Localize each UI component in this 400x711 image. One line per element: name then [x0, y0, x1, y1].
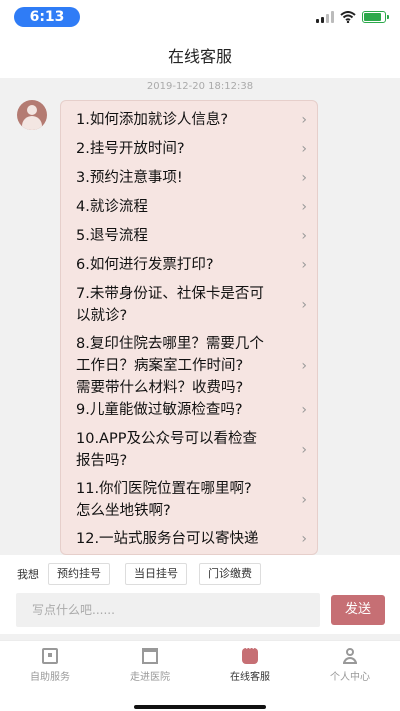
faq-item-text: 6.如何进行发票打印?	[76, 257, 214, 273]
faq-item-text: 4.就诊流程	[76, 199, 148, 215]
faq-item-text: 7.未带身份证、社保卡是否可	[76, 286, 264, 302]
agent-avatar	[17, 100, 47, 130]
tab-label: 个人中心	[330, 672, 370, 683]
quick-reply-chip[interactable]: 当日挂号	[125, 563, 187, 585]
status-bar: 6:13	[0, 0, 400, 32]
chevron-right-icon: ›	[301, 297, 307, 313]
faq-item-text: 9.儿童能做过敏源检查吗?	[76, 402, 243, 418]
faq-item-text: 5.退号流程	[76, 228, 148, 244]
faq-item[interactable]: 1.如何添加就诊人信息? ›	[61, 109, 317, 131]
faq-item[interactable]: 12.一站式服务台可以寄快递 ›	[61, 528, 317, 550]
chevron-right-icon: ›	[301, 492, 307, 508]
chevron-right-icon: ›	[301, 112, 307, 128]
faq-item[interactable]: 6.如何进行发票打印? ›	[61, 254, 317, 276]
page-title: 在线客服	[0, 32, 400, 78]
faq-item-text: 需要带什么材料？收费吗?	[76, 380, 244, 396]
faq-item-text: 工作日？病案室工作时间?	[76, 358, 244, 374]
status-icons	[316, 10, 389, 24]
bottom-tab-bar: 自助服务 走进医院 在线客服 个人中心	[0, 640, 400, 711]
tab-label: 在线客服	[230, 672, 270, 683]
faq-item[interactable]: 11.你们医院位置在哪里啊? 怎么坐地铁啊? ›	[61, 478, 317, 522]
wifi-icon	[340, 11, 356, 23]
faq-item-text: 3.预约注意事项!	[76, 170, 183, 186]
tab-label: 走进医院	[130, 672, 170, 683]
faq-item[interactable]: 10.APP及公众号可以看检查 报告吗? ›	[61, 428, 317, 472]
faq-item-text: 10.APP及公众号可以看检查	[76, 431, 257, 447]
faq-item-text: 8.复印住院去哪里？需要几个	[76, 336, 264, 352]
faq-item-text: 以就诊?	[76, 308, 128, 324]
faq-item[interactable]: 5.退号流程 ›	[61, 225, 317, 247]
faq-item[interactable]: 8.复印住院去哪里？需要几个 工作日？病案室工作时间? 需要带什么材料？收费吗? ›	[61, 333, 317, 399]
chevron-right-icon: ›	[301, 228, 307, 244]
quick-reply-bar: 我想 预约挂号 当日挂号 门诊缴费	[0, 555, 400, 592]
signal-icon	[316, 11, 334, 23]
chevron-right-icon: ›	[301, 531, 307, 547]
faq-item-text: 1.如何添加就诊人信息?	[76, 112, 229, 128]
tab-online-service[interactable]: 在线客服	[200, 641, 300, 697]
faq-bubble: 1.如何添加就诊人信息? › 2.挂号开放时间? › 3.预约注意事项! › 4.就诊流程 ›…	[60, 100, 318, 555]
chevron-right-icon: ›	[301, 358, 307, 374]
battery-icon	[362, 11, 389, 23]
chevron-right-icon: ›	[301, 199, 307, 215]
faq-item-text: 报告吗?	[76, 453, 128, 469]
faq-item[interactable]: 3.预约注意事项! ›	[61, 167, 317, 189]
chat-bubble-icon	[242, 644, 258, 664]
tab-personal-center[interactable]: 个人中心	[300, 641, 400, 697]
faq-item[interactable]: 2.挂号开放时间? ›	[61, 138, 317, 160]
faq-item[interactable]: 4.就诊流程 ›	[61, 196, 317, 218]
home-indicator	[134, 705, 266, 709]
faq-item[interactable]: 7.未带身份证、社保卡是否可 以就诊? ›	[61, 283, 317, 327]
faq-item-text: 11.你们医院位置在哪里啊?	[76, 481, 252, 497]
message-input[interactable]	[16, 593, 320, 627]
message-input-row: 发送	[0, 592, 400, 634]
chat-timestamp: 2019-12-20 18:12:38	[146, 81, 254, 92]
monitor-icon	[42, 648, 58, 664]
quick-reply-chip[interactable]: 门诊缴费	[199, 563, 261, 585]
hospital-building-icon	[142, 648, 158, 664]
chevron-right-icon: ›	[301, 257, 307, 273]
faq-item-text: 2.挂号开放时间?	[76, 141, 185, 157]
user-icon	[342, 648, 358, 664]
quick-reply-chip[interactable]: 预约挂号	[48, 563, 110, 585]
chevron-right-icon: ›	[301, 170, 307, 186]
tab-label: 自助服务	[30, 672, 70, 683]
chevron-right-icon: ›	[301, 141, 307, 157]
status-time: 6:13	[14, 7, 80, 27]
faq-item-text: 12.一站式服务台可以寄快递	[76, 531, 259, 547]
chevron-right-icon: ›	[301, 442, 307, 458]
send-button[interactable]: 发送	[331, 595, 385, 625]
chevron-right-icon: ›	[301, 402, 307, 418]
faq-item[interactable]: 9.儿童能做过敏源检查吗? ›	[61, 399, 317, 421]
faq-item-text: 怎么坐地铁啊?	[76, 503, 171, 519]
tab-hospital[interactable]: 走进医院	[100, 641, 200, 697]
quick-reply-label: 我想	[17, 568, 39, 581]
tab-self-service[interactable]: 自助服务	[0, 641, 100, 697]
